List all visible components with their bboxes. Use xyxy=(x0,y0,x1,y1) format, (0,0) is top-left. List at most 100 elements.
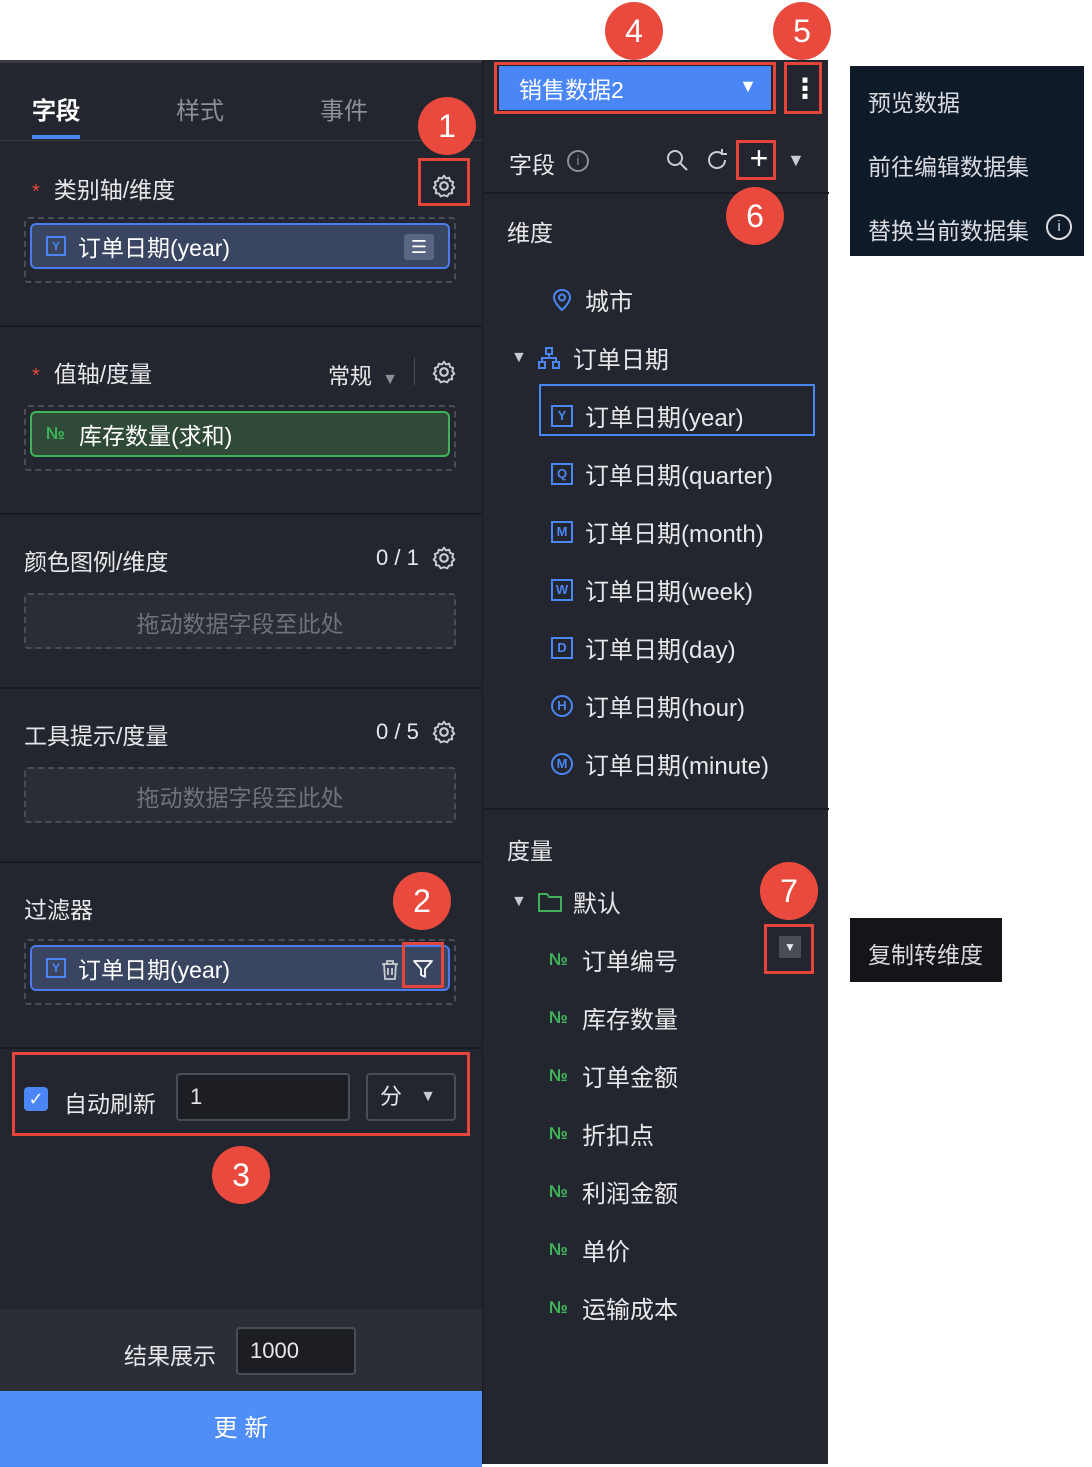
field-config-panel: 字段 样式 事件 * 类别轴/维度 Y 订单日期(year) ☰ * 值轴/度量 常… xyxy=(0,60,482,1467)
annotation-badge-2: 2 xyxy=(393,872,451,930)
dimension-item[interactable]: D 订单日期(day) xyxy=(551,630,736,665)
field-context-menu: 复制转维度 xyxy=(850,918,1002,982)
color-legend-count: 0 / 1 xyxy=(376,545,419,570)
measure-item[interactable]: № 利润金额 xyxy=(549,1174,678,1209)
more-options-menu: 预览数据 前往编辑数据集 替换当前数据集 i xyxy=(850,66,1084,256)
week-date-icon: W xyxy=(551,578,573,601)
value-axis-field-chip[interactable]: № 库存数量(求和) xyxy=(30,411,450,457)
caret-down-icon[interactable]: ▼ xyxy=(511,349,527,367)
value-axis-dropzone[interactable]: № 库存数量(求和) xyxy=(24,405,456,471)
number-icon: № xyxy=(549,949,568,969)
update-button[interactable]: 更 新 xyxy=(0,1391,482,1467)
chevron-down-icon: ▼ xyxy=(382,371,398,388)
annotation-badge-5: 5 xyxy=(773,2,831,60)
month-date-icon: M xyxy=(551,520,573,543)
color-legend-dropzone[interactable]: 拖动数据字段至此处 xyxy=(24,593,456,649)
chevron-down-icon[interactable]: ▼ xyxy=(787,150,805,171)
dimension-item[interactable]: W 订单日期(week) xyxy=(551,572,753,607)
hierarchy-icon xyxy=(537,346,560,369)
tooltip-settings-icon[interactable] xyxy=(431,719,457,745)
search-icon[interactable] xyxy=(665,148,689,172)
annotation-box-6 xyxy=(736,140,776,180)
dimension-item[interactable]: H 订单日期(hour) xyxy=(551,688,745,723)
category-axis-field-chip[interactable]: Y 订单日期(year) ☰ xyxy=(30,223,450,269)
filter-title: 过滤器 xyxy=(24,897,93,923)
value-axis-title: * 值轴/度量 xyxy=(32,361,153,387)
annotation-box-5 xyxy=(784,62,822,114)
value-axis-mode-select[interactable]: 常规 ▼ xyxy=(328,359,398,391)
info-icon: i xyxy=(1046,214,1072,240)
result-display-input[interactable]: 1000 xyxy=(236,1327,356,1375)
dimension-item[interactable]: M 订单日期(minute) xyxy=(551,746,769,781)
annotation-box-1 xyxy=(418,158,470,206)
dimensions-header: 维度 xyxy=(507,220,553,246)
category-axis-title: * 类别轴/维度 xyxy=(32,177,176,203)
section-divider xyxy=(483,192,829,194)
number-icon: № xyxy=(549,1181,568,1201)
sort-icon[interactable]: ☰ xyxy=(404,234,434,260)
result-display-label: 结果展示 xyxy=(124,1343,216,1369)
tab-style[interactable]: 样式 xyxy=(176,91,224,126)
filter-dropzone[interactable]: Y 订单日期(year) xyxy=(24,939,456,1005)
required-mark: * xyxy=(32,365,40,387)
number-icon: № xyxy=(549,1065,568,1085)
section-divider xyxy=(0,513,482,515)
measure-item[interactable]: № 运输成本 xyxy=(549,1290,678,1325)
annotation-badge-1: 1 xyxy=(418,97,476,155)
quarter-date-icon: Q xyxy=(551,462,573,485)
number-icon: № xyxy=(549,1123,568,1143)
tooltip-title: 工具提示/度量 xyxy=(24,723,169,749)
menu-item-copy-to-dimension[interactable]: 复制转维度 xyxy=(868,936,983,970)
measure-folder[interactable]: ▼ 默认 xyxy=(511,884,621,919)
dropzone-placeholder: 拖动数据字段至此处 xyxy=(136,785,344,811)
hour-time-icon: H xyxy=(551,694,573,717)
annotation-box-2 xyxy=(402,942,444,988)
color-legend-settings-icon[interactable] xyxy=(431,545,457,571)
measure-item[interactable]: № 折扣点 xyxy=(549,1116,654,1151)
dimension-item[interactable]: M 订单日期(month) xyxy=(551,514,764,549)
color-legend-title: 颜色图例/维度 xyxy=(24,549,169,575)
caret-down-icon[interactable]: ▼ xyxy=(511,893,527,911)
menu-item-replace-dataset[interactable]: 替换当前数据集 xyxy=(868,212,1029,246)
category-axis-dropzone[interactable]: Y 订单日期(year) ☰ xyxy=(24,217,456,283)
dataset-fields-panel: 销售数据2 ▼ ⋮ 字段 i + ▼ 维度 城市 ▼ 订单日期 Y 订单日期(y… xyxy=(482,60,829,1464)
tab-events[interactable]: 事件 xyxy=(320,91,368,126)
refresh-icon[interactable] xyxy=(705,148,729,172)
tooltip-dropzone[interactable]: 拖动数据字段至此处 xyxy=(24,767,456,823)
annotation-badge-3: 3 xyxy=(212,1146,270,1204)
measure-item[interactable]: № 订单编号 xyxy=(549,942,678,977)
annotation-box-3 xyxy=(12,1052,470,1136)
value-axis-settings-icon[interactable] xyxy=(431,359,457,385)
measure-item[interactable]: № 库存数量 xyxy=(549,1000,678,1035)
required-mark: * xyxy=(32,181,40,203)
menu-item-preview-data[interactable]: 预览数据 xyxy=(868,84,960,118)
dimension-item[interactable]: Y 订单日期(year) xyxy=(551,398,744,433)
annotation-badge-4: 4 xyxy=(605,2,663,60)
fields-label: 字段 xyxy=(509,152,555,178)
delete-icon[interactable] xyxy=(380,959,400,981)
panel-tabs: 字段 样式 事件 xyxy=(0,63,482,141)
filter-field-chip[interactable]: Y 订单日期(year) xyxy=(30,945,450,991)
section-divider xyxy=(483,808,829,810)
info-icon: i xyxy=(567,150,589,172)
section-divider xyxy=(0,687,482,689)
dimension-group-item[interactable]: ▼ 订单日期 xyxy=(511,340,669,375)
number-icon: № xyxy=(46,424,65,443)
year-date-icon: Y xyxy=(46,958,66,978)
number-icon: № xyxy=(549,1239,568,1259)
tooltip-count: 0 / 5 xyxy=(376,719,419,744)
measure-item[interactable]: № 单价 xyxy=(549,1232,630,1267)
dimension-item[interactable]: Q 订单日期(quarter) xyxy=(551,456,773,491)
day-date-icon: D xyxy=(551,636,573,659)
menu-item-edit-dataset[interactable]: 前往编辑数据集 xyxy=(868,148,1029,182)
number-icon: № xyxy=(549,1007,568,1027)
year-date-icon: Y xyxy=(46,236,66,256)
section-divider xyxy=(0,1047,482,1049)
annotation-badge-6: 6 xyxy=(726,187,784,245)
folder-icon xyxy=(537,892,562,912)
measure-item[interactable]: № 订单金额 xyxy=(549,1058,678,1093)
separator xyxy=(414,357,415,385)
dimension-item[interactable]: 城市 xyxy=(551,282,633,317)
tab-fields[interactable]: 字段 xyxy=(32,91,80,126)
annotation-badge-7: 7 xyxy=(760,862,818,920)
